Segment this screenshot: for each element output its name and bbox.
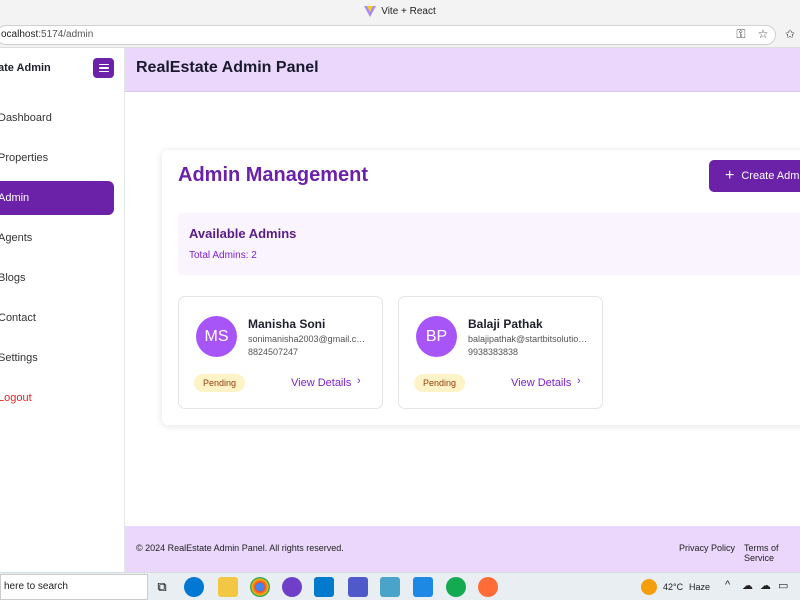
postman-icon[interactable] — [478, 577, 498, 597]
admin-phone: 9938383838 — [468, 347, 519, 357]
favorites-icon[interactable]: ✩ — [782, 26, 798, 42]
task-view-icon[interactable]: ⧉ — [152, 577, 172, 597]
admin-phone: 8824507247 — [248, 347, 299, 357]
terms-of-service-link[interactable]: Terms of Service — [744, 543, 800, 563]
weather-icon[interactable] — [641, 579, 657, 595]
admin-email: balajipathak@startbitsolutions.com — [468, 334, 588, 344]
plus-icon: + — [725, 167, 735, 184]
chevron-right-icon[interactable]: › — [577, 375, 581, 387]
create-admin-button[interactable]: + Create Admin — [709, 160, 800, 192]
tab-title: Vite + React — [381, 5, 436, 17]
sidebar-item-agents[interactable]: Agents — [0, 221, 114, 255]
mongodb-compass-icon[interactable] — [446, 577, 466, 597]
admin-name: Manisha Soni — [248, 317, 326, 331]
network-icon[interactable]: ▭ — [778, 579, 788, 592]
edge-browser-icon[interactable] — [184, 577, 204, 597]
sidebar: ate Admin Dashboard Properties Admin Age… — [0, 48, 125, 572]
sidebar-item-contact[interactable]: Contact — [0, 301, 114, 335]
status-badge: Pending — [414, 374, 466, 392]
address-bar: ocalhost:5174/admin ⚿ ☆ ✩ — [0, 22, 800, 48]
admin-management-card: Admin Management + Create Admin Availabl… — [162, 150, 800, 425]
view-details-link[interactable]: View Details — [511, 377, 571, 389]
sidebar-item-admin[interactable]: Admin — [0, 181, 114, 215]
available-admins-panel: Available Admins Total Admins: 2 — [178, 213, 800, 275]
url-host: ocalhost — [1, 29, 39, 40]
vite-logo-icon — [364, 5, 377, 17]
onedrive-icon[interactable]: ☁ — [760, 579, 771, 592]
weather-description[interactable]: Haze — [689, 582, 710, 592]
taskbar: here to search ⧉ 42°C Haze ^ ☁ ☁ ▭ — [0, 572, 800, 600]
sidebar-item-blogs[interactable]: Blogs — [0, 261, 114, 295]
avatar: MS — [196, 316, 237, 357]
github-desktop-icon[interactable] — [282, 577, 302, 597]
cloud-icon[interactable]: ☁ — [742, 579, 753, 592]
app-icon[interactable] — [380, 577, 400, 597]
menu-toggle-button[interactable] — [93, 58, 114, 78]
top-header: RealEstate Admin Panel — [125, 48, 800, 92]
total-admins-count: Total Admins: 2 — [189, 250, 257, 261]
taskbar-search-input[interactable]: here to search — [0, 574, 148, 600]
admin-card[interactable]: BP Balaji Pathak balajipathak@startbitso… — [398, 296, 603, 409]
sidebar-header: ate Admin — [0, 48, 124, 92]
admin-card[interactable]: MS Manisha Soni sonimanisha2003@gmail.co… — [178, 296, 383, 409]
sidebar-item-properties[interactable]: Properties — [0, 141, 114, 175]
hamburger-line — [98, 70, 109, 73]
vscode-icon[interactable] — [314, 577, 334, 597]
hamburger-icon — [98, 63, 109, 66]
sidebar-item-settings[interactable]: Settings — [0, 341, 114, 375]
status-badge: Pending — [194, 374, 246, 392]
photos-icon[interactable] — [413, 577, 433, 597]
chrome-icon[interactable] — [250, 577, 270, 597]
chevron-up-icon[interactable]: ^ — [725, 579, 730, 591]
star-icon[interactable]: ☆ — [755, 26, 771, 42]
url-path: :5174/admin — [38, 29, 94, 40]
admin-email: sonimanisha2003@gmail.com — [248, 334, 368, 344]
sidebar-brand: ate Admin — [0, 62, 51, 74]
create-admin-label: Create Admin — [741, 170, 800, 182]
file-explorer-icon[interactable] — [218, 577, 238, 597]
page-title: RealEstate Admin Panel — [136, 59, 319, 76]
footer: © 2024 RealEstate Admin Panel. All right… — [125, 526, 800, 572]
available-admins-title: Available Admins — [189, 226, 297, 241]
privacy-policy-link[interactable]: Privacy Policy — [679, 543, 735, 553]
sidebar-item-logout[interactable]: Logout — [0, 381, 114, 415]
weather-temperature[interactable]: 42°C — [663, 582, 683, 592]
avatar: BP — [416, 316, 457, 357]
view-details-link[interactable]: View Details — [291, 377, 351, 389]
section-title: Admin Management — [178, 164, 369, 186]
url-field[interactable]: ocalhost:5174/admin — [0, 25, 776, 45]
browser-title-bar: Vite + React — [0, 0, 800, 22]
teams-icon[interactable] — [348, 577, 368, 597]
hamburger-line — [98, 67, 109, 69]
copyright-text: © 2024 RealEstate Admin Panel. All right… — [136, 543, 344, 553]
sidebar-item-dashboard[interactable]: Dashboard — [0, 101, 114, 135]
admin-name: Balaji Pathak — [468, 317, 543, 331]
chevron-right-icon[interactable]: › — [357, 375, 361, 387]
key-icon[interactable]: ⚿ — [733, 26, 749, 42]
